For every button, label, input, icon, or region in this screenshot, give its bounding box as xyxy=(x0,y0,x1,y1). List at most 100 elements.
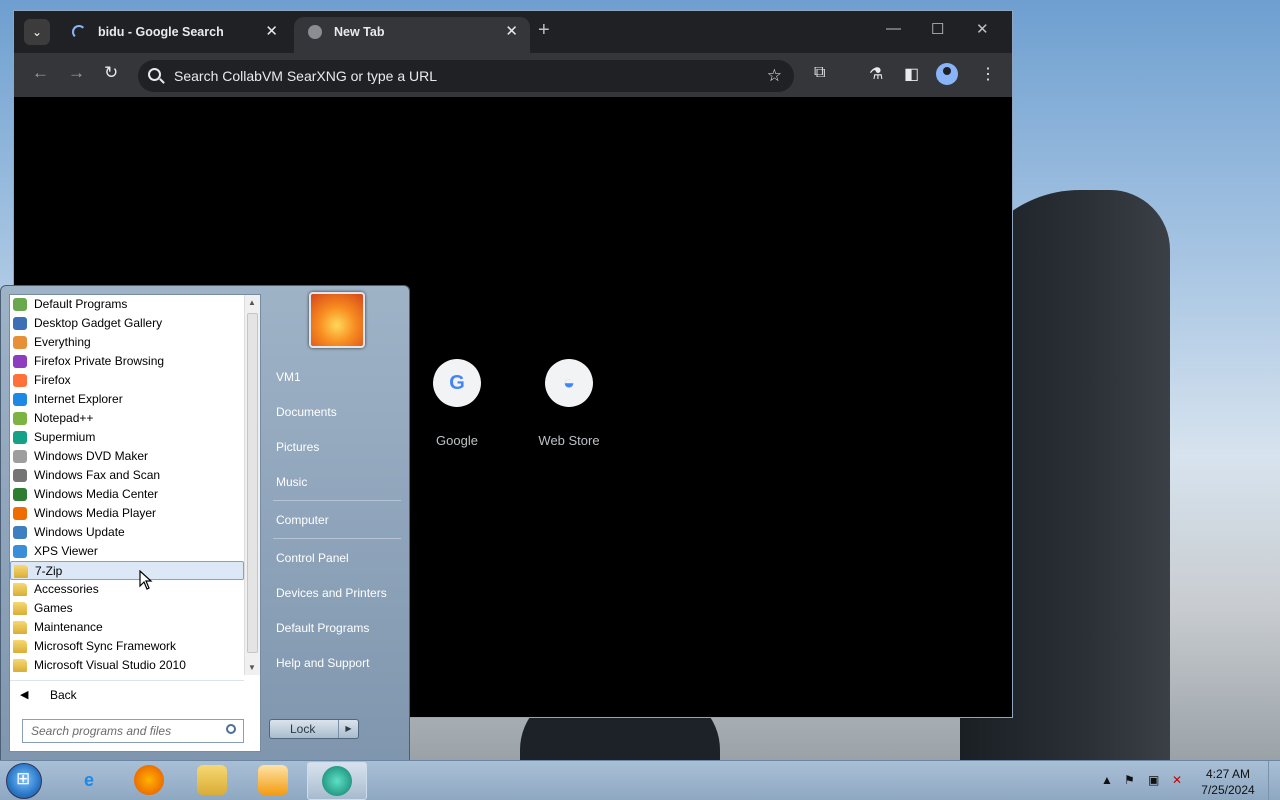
extensions-icon[interactable]: ⧉ xyxy=(814,64,825,82)
right-item-computer[interactable]: Computer xyxy=(276,513,329,527)
reload-icon[interactable]: ↻ xyxy=(104,63,118,83)
program-item[interactable]: Desktop Gadget Gallery xyxy=(10,314,244,333)
right-item-user[interactable]: VM1 xyxy=(276,370,301,384)
start-orb-icon[interactable] xyxy=(6,763,42,799)
program-label: Windows Fax and Scan xyxy=(34,468,161,482)
search-placeholder: Search programs and files xyxy=(31,724,172,738)
lock-button[interactable]: Lock ▶ xyxy=(269,719,359,739)
back-button[interactable]: ◀ Back xyxy=(10,680,244,708)
back-arrow-icon[interactable]: ← xyxy=(32,63,49,83)
program-label: 7-Zip xyxy=(35,564,63,578)
right-item-default-programs[interactable]: Default Programs xyxy=(276,621,369,635)
new-tab-plus-icon[interactable]: + xyxy=(538,19,550,42)
labs-flask-icon[interactable]: ⚗ xyxy=(869,64,883,84)
folder-icon xyxy=(13,583,27,596)
file-explorer-icon[interactable] xyxy=(197,765,227,795)
google-icon: G xyxy=(433,359,481,407)
program-item[interactable]: Maintenance xyxy=(10,618,244,637)
program-item[interactable]: Windows DVD Maker xyxy=(10,447,244,466)
browser-toolbar: ← → ↻ Search CollabVM SearXNG or type a … xyxy=(14,53,1012,97)
search-programs-input[interactable]: Search programs and files xyxy=(22,719,244,743)
notepadpp-icon xyxy=(13,412,27,425)
media-player-icon[interactable] xyxy=(258,765,288,795)
firefox-icon[interactable] xyxy=(134,765,164,795)
program-item[interactable]: XPS Viewer xyxy=(10,542,244,561)
start-menu: Default Programs Desktop Gadget Gallery Ev… xyxy=(0,285,410,761)
shortcut-web-store[interactable]: ◒ Web Store xyxy=(519,359,619,448)
search-icon xyxy=(148,68,161,81)
start-menu-right-pane: VM1 Documents Pictures Music Computer Co… xyxy=(263,286,409,762)
program-label: Firefox Private Browsing xyxy=(34,354,165,368)
close-tab-icon[interactable]: ✕ xyxy=(265,17,278,47)
program-label: Everything xyxy=(34,335,91,349)
program-item[interactable]: Internet Explorer xyxy=(10,390,244,409)
program-item[interactable]: Accessories xyxy=(10,580,244,599)
program-item[interactable]: Games xyxy=(10,599,244,618)
firefox-icon xyxy=(13,374,27,387)
tab-title: New Tab xyxy=(334,25,385,39)
program-item[interactable]: Windows Update xyxy=(10,523,244,542)
program-item[interactable]: Windows Media Player xyxy=(10,504,244,523)
shortcut-label: Web Store xyxy=(538,433,600,448)
program-item[interactable]: Microsoft Sync Framework xyxy=(10,637,244,656)
profile-avatar-icon[interactable] xyxy=(936,63,958,85)
maximize-icon[interactable]: ☐ xyxy=(931,20,944,38)
right-item-pictures[interactable]: Pictures xyxy=(276,440,319,454)
bookmark-star-icon[interactable]: ☆ xyxy=(767,60,782,92)
side-panel-icon[interactable]: ◧ xyxy=(904,64,919,84)
program-item[interactable]: Default Programs xyxy=(10,295,244,314)
network-icon[interactable]: ▣ xyxy=(1148,773,1159,787)
right-item-music[interactable]: Music xyxy=(276,475,307,489)
program-label: Windows Media Center xyxy=(34,487,159,501)
program-label: Windows DVD Maker xyxy=(34,449,149,463)
minimize-icon[interactable]: — xyxy=(886,20,901,37)
system-clock[interactable]: 4:27 AM 7/25/2024 xyxy=(1196,766,1260,798)
program-label: Windows Update xyxy=(34,525,125,539)
program-item[interactable]: Microsoft Visual Studio 2010 xyxy=(10,656,244,675)
forward-arrow-icon[interactable]: → xyxy=(68,63,85,83)
program-label: Internet Explorer xyxy=(34,392,123,406)
close-tab-icon[interactable]: ✕ xyxy=(505,17,518,47)
loading-spinner-icon xyxy=(72,25,86,39)
scroll-thumb[interactable] xyxy=(247,313,258,653)
scroll-down-icon[interactable]: ▼ xyxy=(248,663,256,672)
internet-explorer-icon[interactable]: e xyxy=(74,765,104,795)
program-item[interactable]: Everything xyxy=(10,333,244,352)
show-desktop-button[interactable] xyxy=(1268,761,1280,800)
close-window-icon[interactable]: ✕ xyxy=(976,20,989,38)
shortcut-label: Google xyxy=(436,433,478,448)
program-label: Supermium xyxy=(34,430,96,444)
right-item-help-support[interactable]: Help and Support xyxy=(276,656,369,670)
programs-scrollbar[interactable]: ▲ ▼ xyxy=(244,295,260,675)
right-item-devices-printers[interactable]: Devices and Printers xyxy=(276,586,387,600)
volume-muted-icon[interactable]: ✕ xyxy=(1172,773,1182,787)
address-bar[interactable]: Search CollabVM SearXNG or type a URL ☆ xyxy=(138,60,794,92)
tab-strip: ⌄ bidu - Google Search ✕ New Tab ✕ + — ☐… xyxy=(14,11,1012,53)
tab-new-tab[interactable]: New Tab ✕ xyxy=(294,17,530,53)
right-item-documents[interactable]: Documents xyxy=(276,405,337,419)
ie-icon xyxy=(13,393,27,406)
program-item[interactable]: 7-Zip xyxy=(10,561,244,580)
program-label: Microsoft Sync Framework xyxy=(34,639,177,653)
program-item[interactable]: Notepad++ xyxy=(10,409,244,428)
taskbar-supermium-button[interactable] xyxy=(307,762,367,800)
user-picture[interactable] xyxy=(309,292,365,348)
supermium-icon xyxy=(322,766,352,796)
program-item[interactable]: Windows Fax and Scan xyxy=(10,466,244,485)
program-item[interactable]: Windows Media Center xyxy=(10,485,244,504)
program-item[interactable]: Firefox Private Browsing xyxy=(10,352,244,371)
folder-icon xyxy=(14,565,28,578)
tab-search-button[interactable]: ⌄ xyxy=(24,19,50,45)
action-center-flag-icon[interactable]: ⚑ xyxy=(1124,773,1135,787)
shutdown-options-arrow-icon[interactable]: ▶ xyxy=(338,720,358,738)
shortcut-google[interactable]: G Google xyxy=(407,359,507,448)
menu-kebab-icon[interactable]: ⋮ xyxy=(980,64,996,84)
separator xyxy=(273,500,401,501)
tab-bidu-search[interactable]: bidu - Google Search ✕ xyxy=(58,17,290,53)
program-label: Desktop Gadget Gallery xyxy=(34,316,163,330)
show-hidden-icons-arrow-icon[interactable]: ▲ xyxy=(1101,773,1113,787)
program-item[interactable]: Firefox xyxy=(10,371,244,390)
program-item[interactable]: Supermium xyxy=(10,428,244,447)
right-item-control-panel[interactable]: Control Panel xyxy=(276,551,349,565)
scroll-up-icon[interactable]: ▲ xyxy=(248,298,256,307)
